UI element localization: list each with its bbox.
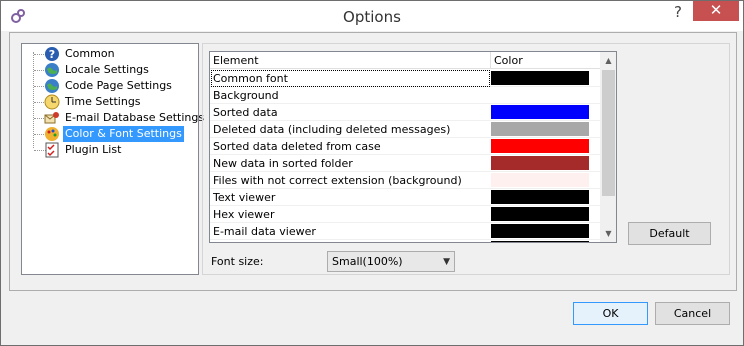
color-swatch[interactable] — [491, 190, 589, 204]
element-name-cell: Deleted data (including deleted messages… — [213, 123, 451, 136]
checklist-icon — [44, 142, 60, 158]
scroll-up-arrow-icon[interactable]: ▲ — [600, 52, 616, 69]
color-swatch[interactable] — [491, 88, 589, 102]
tree-item-label: Color & Font Settings — [63, 126, 184, 142]
color-element-table[interactable]: Element Color Common font Background Sorte… — [209, 51, 617, 243]
column-header-element[interactable]: Element — [210, 53, 490, 69]
element-name-cell: Sorted data — [213, 106, 278, 119]
column-header-color[interactable]: Color — [491, 53, 599, 69]
help-icon: ? — [44, 46, 60, 62]
close-button[interactable]: ✕ — [693, 1, 739, 21]
color-swatch[interactable] — [491, 224, 589, 238]
table-row[interactable]: Sorted data deleted from case — [210, 138, 600, 155]
font-size-select[interactable]: Small(100%) ▼ — [327, 251, 455, 272]
font-size-label: Font size: — [211, 255, 264, 268]
color-swatch[interactable] — [491, 156, 589, 170]
color-swatch[interactable] — [491, 207, 589, 221]
element-name-cell: Sorted data deleted from case — [213, 140, 381, 153]
element-name-cell: New data in sorted folder — [213, 157, 353, 170]
table-row[interactable]: Background — [210, 87, 600, 104]
globe-icon — [44, 78, 60, 94]
tree-item-label: Code Page Settings — [65, 79, 172, 92]
tree-item-label: Plugin List — [65, 143, 122, 156]
table-row[interactable]: Common font — [210, 70, 600, 87]
tree-item-label: Time Settings — [65, 95, 141, 108]
window-title: Options — [343, 8, 401, 26]
clock-icon — [44, 94, 60, 110]
font-size-value: Small(100%) — [332, 255, 403, 268]
color-swatch[interactable] — [491, 241, 589, 242]
element-name-cell: Files with not correct extension (backgr… — [213, 174, 462, 187]
table-row[interactable]: Deleted data (including deleted messages… — [210, 121, 600, 138]
title-bar: Options ? ✕ — [1, 1, 743, 31]
tree-item-label: E-mail Database Settings — [65, 111, 205, 124]
globe-icon — [44, 62, 60, 78]
element-name-cell: Common font — [211, 70, 490, 87]
element-name-cell: Hex viewer — [213, 208, 275, 221]
ok-button[interactable]: OK — [573, 302, 648, 325]
color-swatch[interactable] — [491, 71, 589, 85]
table-vertical-scrollbar[interactable]: ▲ ▼ — [600, 52, 616, 242]
table-row[interactable] — [210, 240, 600, 242]
chevron-down-icon: ▼ — [443, 257, 450, 267]
cancel-button[interactable]: Cancel — [655, 302, 730, 325]
table-row[interactable]: New data in sorted folder — [210, 155, 600, 172]
table-header: Element Color — [210, 52, 600, 69]
element-name-cell: Text viewer — [213, 191, 276, 204]
element-name-cell: Background — [213, 89, 279, 102]
tree-item-label: Common — [65, 47, 115, 60]
default-button[interactable]: Default — [628, 222, 711, 245]
palette-icon — [44, 126, 60, 142]
table-row[interactable]: Sorted data — [210, 104, 600, 121]
tree-item-label: Locale Settings — [65, 63, 149, 76]
color-swatch[interactable] — [491, 173, 589, 187]
svg-text:?: ? — [49, 48, 55, 61]
color-swatch[interactable] — [491, 122, 589, 136]
color-swatch[interactable] — [491, 139, 589, 153]
scroll-down-arrow-icon[interactable]: ▼ — [600, 225, 616, 242]
settings-tree[interactable]: ? Common Locale Settings Code Page Settings… — [21, 43, 204, 275]
table-row[interactable]: E-mail data viewer — [210, 223, 600, 240]
email-database-icon — [44, 110, 60, 126]
element-name-cell: E-mail data viewer — [213, 225, 316, 238]
options-dialog: Options ? ✕ ? Common Locale Settings Code P… — [0, 0, 744, 346]
help-button[interactable]: ? — [665, 2, 691, 24]
table-row[interactable]: Text viewer — [210, 189, 600, 206]
color-swatch[interactable] — [491, 105, 589, 119]
table-row[interactable]: Files with not correct extension (backgr… — [210, 172, 600, 189]
table-row[interactable]: Hex viewer — [210, 206, 600, 223]
scroll-thumb[interactable] — [602, 70, 615, 196]
